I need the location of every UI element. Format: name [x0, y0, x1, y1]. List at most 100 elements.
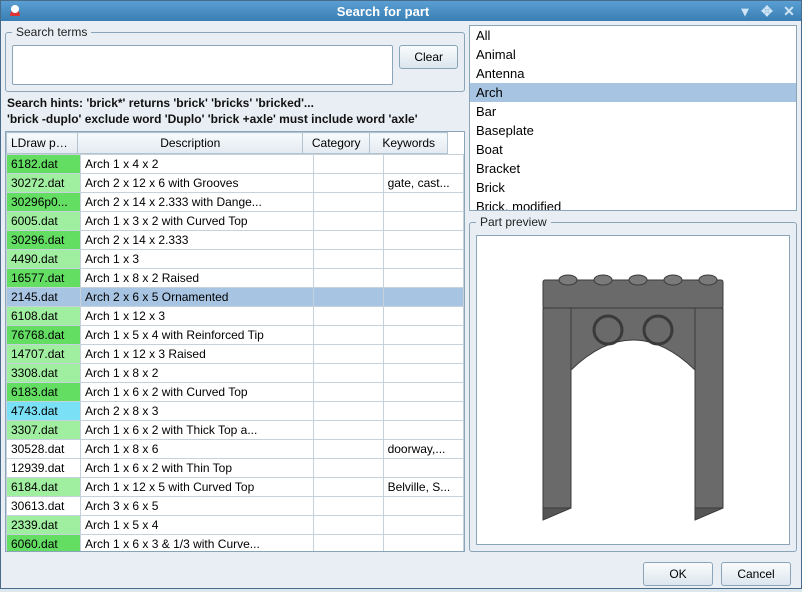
cancel-button[interactable]: Cancel	[721, 562, 791, 586]
category-item[interactable]: Animal	[470, 45, 796, 64]
table-row[interactable]: 2145.datArch 2 x 6 x 5 Ornamented	[7, 288, 464, 307]
cell-part: 6108.dat	[7, 307, 81, 326]
cell-part: 3307.dat	[7, 421, 81, 440]
search-hints: Search hints: 'brick*' returns 'brick' '…	[7, 96, 463, 127]
category-item[interactable]: Bar	[470, 102, 796, 121]
cell-keywords	[383, 535, 463, 551]
cell-part: 76768.dat	[7, 326, 81, 345]
cell-description: Arch 2 x 8 x 3	[81, 402, 314, 421]
cell-part: 4743.dat	[7, 402, 81, 421]
category-item[interactable]: Boat	[470, 140, 796, 159]
cell-description: Arch 1 x 12 x 5 with Curved Top	[81, 478, 314, 497]
maximize-icon[interactable]: ✥	[759, 3, 775, 19]
cell-part: 6183.dat	[7, 383, 81, 402]
cell-category	[313, 288, 383, 307]
col-keywords[interactable]: Keywords	[370, 133, 448, 154]
cell-part: 2339.dat	[7, 516, 81, 535]
dialog-window: Search for part ▾ ✥ ✕ Search terms Clear…	[0, 0, 802, 589]
right-pane: AllAnimalAntennaArchBarBaseplateBoatBrac…	[469, 25, 797, 552]
table-row[interactable]: 76768.datArch 1 x 5 x 4 with Reinforced …	[7, 326, 464, 345]
category-item[interactable]: Arch	[470, 83, 796, 102]
category-item[interactable]: All	[470, 26, 796, 45]
cell-keywords	[383, 288, 463, 307]
cell-category	[313, 269, 383, 288]
cell-keywords	[383, 345, 463, 364]
cell-keywords	[383, 497, 463, 516]
table-row[interactable]: 16577.datArch 1 x 8 x 2 Raised	[7, 269, 464, 288]
table-row[interactable]: 4743.datArch 2 x 8 x 3	[7, 402, 464, 421]
category-item[interactable]: Baseplate	[470, 121, 796, 140]
table-row[interactable]: 6183.datArch 1 x 6 x 2 with Curved Top	[7, 383, 464, 402]
cell-keywords	[383, 402, 463, 421]
cell-keywords	[383, 307, 463, 326]
titlebar[interactable]: Search for part ▾ ✥ ✕	[1, 1, 801, 21]
cell-part: 6005.dat	[7, 212, 81, 231]
clear-button[interactable]: Clear	[399, 45, 458, 69]
cell-part: 4490.dat	[7, 250, 81, 269]
cell-keywords	[383, 231, 463, 250]
cell-description: Arch 1 x 6 x 3 & 1/3 with Curve...	[81, 535, 314, 551]
table-row[interactable]: 30272.datArch 2 x 12 x 6 with Groovesgat…	[7, 174, 464, 193]
table-row[interactable]: 3307.datArch 1 x 6 x 2 with Thick Top a.…	[7, 421, 464, 440]
table-row[interactable]: 30528.datArch 1 x 8 x 6doorway,...	[7, 440, 464, 459]
cell-description: Arch 1 x 4 x 2	[81, 155, 314, 174]
cell-description: Arch 2 x 14 x 2.333 with Dange...	[81, 193, 314, 212]
cell-category	[313, 440, 383, 459]
cell-description: Arch 1 x 8 x 6	[81, 440, 314, 459]
cell-category	[313, 478, 383, 497]
table-row[interactable]: 6060.datArch 1 x 6 x 3 & 1/3 with Curve.…	[7, 535, 464, 551]
window-buttons: ▾ ✥ ✕	[737, 3, 797, 19]
cell-description: Arch 1 x 8 x 2	[81, 364, 314, 383]
cell-description: Arch 2 x 14 x 2.333	[81, 231, 314, 250]
minimize-icon[interactable]: ▾	[737, 3, 753, 19]
category-item[interactable]: Brick	[470, 178, 796, 197]
ok-button[interactable]: OK	[643, 562, 713, 586]
cell-description: Arch 1 x 6 x 2 with Thin Top	[81, 459, 314, 478]
close-icon[interactable]: ✕	[781, 3, 797, 19]
cell-keywords	[383, 459, 463, 478]
cell-keywords	[383, 193, 463, 212]
table-row[interactable]: 14707.datArch 1 x 12 x 3 Raised	[7, 345, 464, 364]
category-list[interactable]: AllAnimalAntennaArchBarBaseplateBoatBrac…	[469, 25, 797, 211]
table-row[interactable]: 6108.datArch 1 x 12 x 3	[7, 307, 464, 326]
table-row[interactable]: 30613.datArch 3 x 6 x 5	[7, 497, 464, 516]
cell-category	[313, 307, 383, 326]
col-description[interactable]: Description	[78, 133, 303, 154]
table-row[interactable]: 4490.datArch 1 x 3	[7, 250, 464, 269]
table-row[interactable]: 30296p0...Arch 2 x 14 x 2.333 with Dange…	[7, 193, 464, 212]
cell-keywords	[383, 421, 463, 440]
table-row[interactable]: 6184.datArch 1 x 12 x 5 with Curved TopB…	[7, 478, 464, 497]
col-category[interactable]: Category	[303, 133, 370, 154]
cell-description: Arch 1 x 12 x 3	[81, 307, 314, 326]
cell-category	[313, 345, 383, 364]
cell-part: 30272.dat	[7, 174, 81, 193]
table-row[interactable]: 6182.datArch 1 x 4 x 2	[7, 155, 464, 174]
category-item[interactable]: Antenna	[470, 64, 796, 83]
cell-keywords	[383, 269, 463, 288]
cell-description: Arch 1 x 3	[81, 250, 314, 269]
cell-description: Arch 2 x 12 x 6 with Grooves	[81, 174, 314, 193]
cell-description: Arch 1 x 6 x 2 with Thick Top a...	[81, 421, 314, 440]
cell-part: 30613.dat	[7, 497, 81, 516]
table-header-row: LDraw par... Description Category Keywor…	[7, 133, 448, 154]
left-pane: Search terms Clear Search hints: 'brick*…	[5, 25, 465, 552]
table-row[interactable]: 30296.datArch 2 x 14 x 2.333	[7, 231, 464, 250]
table-row[interactable]: 2339.datArch 1 x 5 x 4	[7, 516, 464, 535]
category-item[interactable]: Bracket	[470, 159, 796, 178]
table-row[interactable]: 12939.datArch 1 x 6 x 2 with Thin Top	[7, 459, 464, 478]
cell-part: 3308.dat	[7, 364, 81, 383]
cell-description: Arch 1 x 12 x 3 Raised	[81, 345, 314, 364]
table-row[interactable]: 3308.datArch 1 x 8 x 2	[7, 364, 464, 383]
col-ldraw[interactable]: LDraw par...	[7, 133, 78, 154]
cell-category	[313, 231, 383, 250]
cell-description: Arch 1 x 6 x 2 with Curved Top	[81, 383, 314, 402]
cell-part: 30528.dat	[7, 440, 81, 459]
cell-part: 6060.dat	[7, 535, 81, 551]
search-input[interactable]	[12, 45, 393, 85]
table-row[interactable]: 6005.datArch 1 x 3 x 2 with Curved Top	[7, 212, 464, 231]
cell-description: Arch 1 x 5 x 4	[81, 516, 314, 535]
search-legend: Search terms	[12, 25, 91, 39]
cell-category	[313, 535, 383, 551]
category-item[interactable]: Brick, modified	[470, 197, 796, 211]
cell-part: 12939.dat	[7, 459, 81, 478]
